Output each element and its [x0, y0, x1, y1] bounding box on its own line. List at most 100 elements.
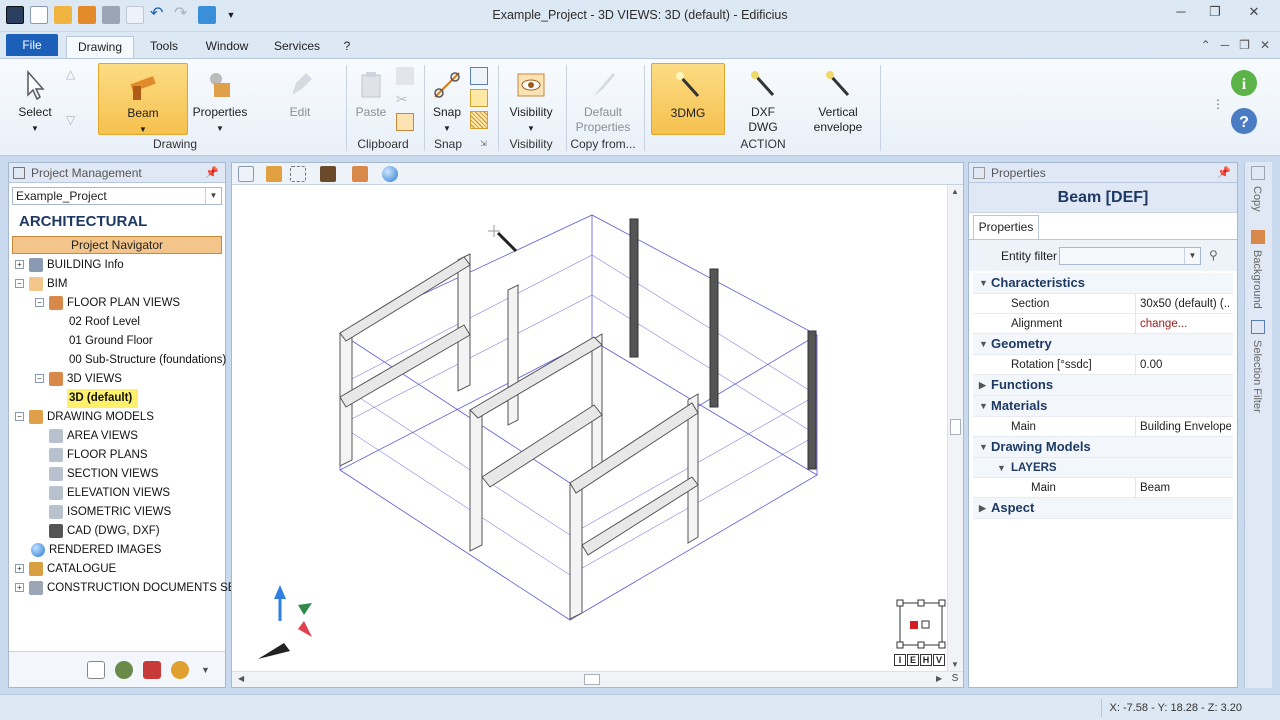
edit-button[interactable]: Edit: [272, 63, 328, 133]
entity-filter-select[interactable]: ▼: [1059, 247, 1201, 265]
file-tab[interactable]: File: [6, 34, 58, 56]
help-icon[interactable]: ?: [1230, 107, 1258, 135]
expand-icon[interactable]: +: [15, 583, 24, 593]
snap-button[interactable]: Snap ▼: [428, 63, 466, 133]
collapse-icon[interactable]: ▼: [979, 334, 988, 354]
tree-item-bim[interactable]: − BIM: [15, 275, 67, 294]
render-tool-icon[interactable]: [320, 166, 336, 182]
default-properties-button[interactable]: Default Properties: [570, 63, 636, 135]
info-icon[interactable]: i: [1230, 69, 1258, 97]
tree-item-substructure[interactable]: 00 Sub-Structure (foundations): [69, 351, 226, 370]
move-up-icon[interactable]: △: [66, 67, 84, 85]
tree-item-isometric-views[interactable]: ISOMETRIC VIEWS: [49, 503, 171, 522]
dxf-dwg-button[interactable]: DXF DWG: [734, 63, 792, 135]
property-row-alignment[interactable]: Alignment change...: [973, 314, 1233, 334]
tab-selection-filter[interactable]: Selection Filter: [1251, 340, 1263, 413]
scroll-left-icon[interactable]: ◀: [238, 674, 244, 683]
tab-background[interactable]: Background: [1251, 250, 1263, 309]
viewcube[interactable]: [896, 599, 946, 649]
tree-item-building-info[interactable]: + BUILDING Info: [15, 256, 124, 275]
vertical-envelope-button[interactable]: Vertical envelope: [804, 63, 872, 135]
move-down-icon[interactable]: ▽: [66, 113, 84, 131]
tree-item-floor-plan-views[interactable]: − FLOOR PLAN VIEWS: [35, 294, 180, 313]
horizontal-scrollbar[interactable]: ◀ ▶ S: [232, 671, 963, 687]
scroll-thumb[interactable]: [950, 419, 961, 435]
collapse-icon[interactable]: ▼: [997, 458, 1006, 478]
category-drawing-models[interactable]: ▼ Drawing Models: [973, 437, 1233, 458]
tab-help[interactable]: ?: [336, 36, 358, 58]
tree-item-rendered-images[interactable]: RENDERED IMAGES: [31, 541, 161, 560]
tree-item-catalogue[interactable]: + CATALOGUE: [15, 560, 116, 579]
tree-item-roof-level[interactable]: 02 Roof Level: [69, 313, 140, 332]
tab-drawing[interactable]: Drawing: [66, 36, 134, 58]
collapse-icon[interactable]: ▼: [979, 273, 988, 293]
report-icon[interactable]: [143, 661, 161, 679]
visibility-button[interactable]: Visibility ▼: [504, 63, 558, 133]
paste-special-icon[interactable]: [396, 113, 414, 131]
property-row-rotation[interactable]: Rotation [°ssdc] 0.00: [973, 355, 1233, 375]
3d-model-canvas[interactable]: [232, 185, 946, 673]
background-tab-icon[interactable]: [1251, 230, 1265, 244]
collapse-ribbon-icon[interactable]: ⌃: [1201, 38, 1211, 52]
3d-viewport[interactable]: I E H V ▲ ▼ ◀ ▶ S: [231, 162, 964, 688]
tree-item-3d-views[interactable]: −3D VIEWS: [35, 370, 122, 389]
subcategory-layers[interactable]: ▼ LAYERS: [973, 458, 1233, 478]
category-materials[interactable]: ▼ Materials: [973, 396, 1233, 417]
property-row-layer-main[interactable]: Main Beam: [973, 478, 1233, 498]
collapse-icon[interactable]: −: [15, 412, 24, 422]
snap-settings-icon[interactable]: ⇲: [480, 139, 490, 149]
ribbon-options-icon[interactable]: ⋮: [1212, 97, 1224, 115]
doc-close-icon[interactable]: ✕: [1260, 38, 1270, 52]
settings-icon[interactable]: [171, 661, 189, 679]
collapse-icon[interactable]: −: [15, 279, 24, 289]
project-navigator-header[interactable]: Project Navigator: [12, 236, 222, 254]
3dmg-button[interactable]: 3DMG: [651, 63, 725, 135]
tab-services[interactable]: Services: [266, 36, 328, 58]
view-h-button[interactable]: H: [920, 654, 932, 666]
expand-icon[interactable]: +: [15, 260, 24, 270]
property-row-section[interactable]: Section 30x50 (default) (...: [973, 294, 1233, 314]
globe-icon[interactable]: [382, 166, 398, 182]
project-icon[interactable]: [87, 661, 105, 679]
tab-window[interactable]: Window: [198, 36, 256, 58]
view-v-button[interactable]: V: [933, 654, 945, 666]
close-button[interactable]: ✕: [1232, 2, 1276, 24]
selection-filter-tab-icon[interactable]: [1251, 320, 1265, 334]
tree-item-floor-plans[interactable]: FLOOR PLANS: [49, 446, 148, 465]
tab-tools[interactable]: Tools: [140, 36, 188, 58]
tab-properties[interactable]: Properties: [973, 215, 1039, 239]
tree-item-drawing-models[interactable]: − DRAWING MODELS: [15, 408, 154, 427]
scroll-split-button[interactable]: S: [948, 673, 962, 684]
collapse-icon[interactable]: −: [35, 374, 44, 384]
category-characteristics[interactable]: ▼ Characteristics: [973, 273, 1233, 294]
chevron-down-icon[interactable]: ▼: [201, 661, 219, 679]
properties-button[interactable]: Properties ▼: [192, 63, 248, 133]
category-aspect[interactable]: ▶ Aspect: [973, 498, 1233, 519]
pin-icon[interactable]: 📌: [205, 163, 219, 183]
split-view-icon[interactable]: [238, 166, 254, 182]
vertical-scrollbar[interactable]: ▲ ▼: [947, 185, 963, 671]
objects-icon[interactable]: [115, 661, 133, 679]
chevron-down-icon[interactable]: ▼: [205, 188, 221, 204]
tree-item-section-views[interactable]: SECTION VIEWS: [49, 465, 158, 484]
scroll-up-icon[interactable]: ▲: [951, 187, 959, 196]
copy-icon[interactable]: [396, 67, 414, 85]
snap-grid-icon[interactable]: [470, 111, 488, 129]
paste-button[interactable]: Paste: [350, 63, 392, 133]
project-selector[interactable]: Example_Project ▼: [12, 187, 222, 205]
tree-item-3d-default[interactable]: 3D (default): [67, 389, 139, 408]
tree-item-elevation-views[interactable]: ELEVATION VIEWS: [49, 484, 170, 503]
expand-icon[interactable]: +: [15, 564, 24, 574]
tree-item-area-views[interactable]: AREA VIEWS: [49, 427, 138, 446]
view-e-button[interactable]: E: [907, 654, 919, 666]
minimize-button[interactable]: ─: [1164, 2, 1198, 24]
tree-item-ground-floor[interactable]: 01 Ground Floor: [69, 332, 153, 351]
scroll-down-icon[interactable]: ▼: [951, 660, 959, 669]
property-row-main-material[interactable]: Main Building Envelope (: [973, 417, 1233, 437]
category-functions[interactable]: ▶ Functions: [973, 375, 1233, 396]
tree-item-construction-documents[interactable]: + CONSTRUCTION DOCUMENTS SET: [15, 579, 243, 598]
scroll-thumb[interactable]: [584, 674, 600, 685]
cut-icon[interactable]: ✂: [396, 91, 414, 109]
collapse-icon[interactable]: ▼: [979, 396, 988, 416]
expand-icon[interactable]: ▶: [979, 498, 986, 518]
